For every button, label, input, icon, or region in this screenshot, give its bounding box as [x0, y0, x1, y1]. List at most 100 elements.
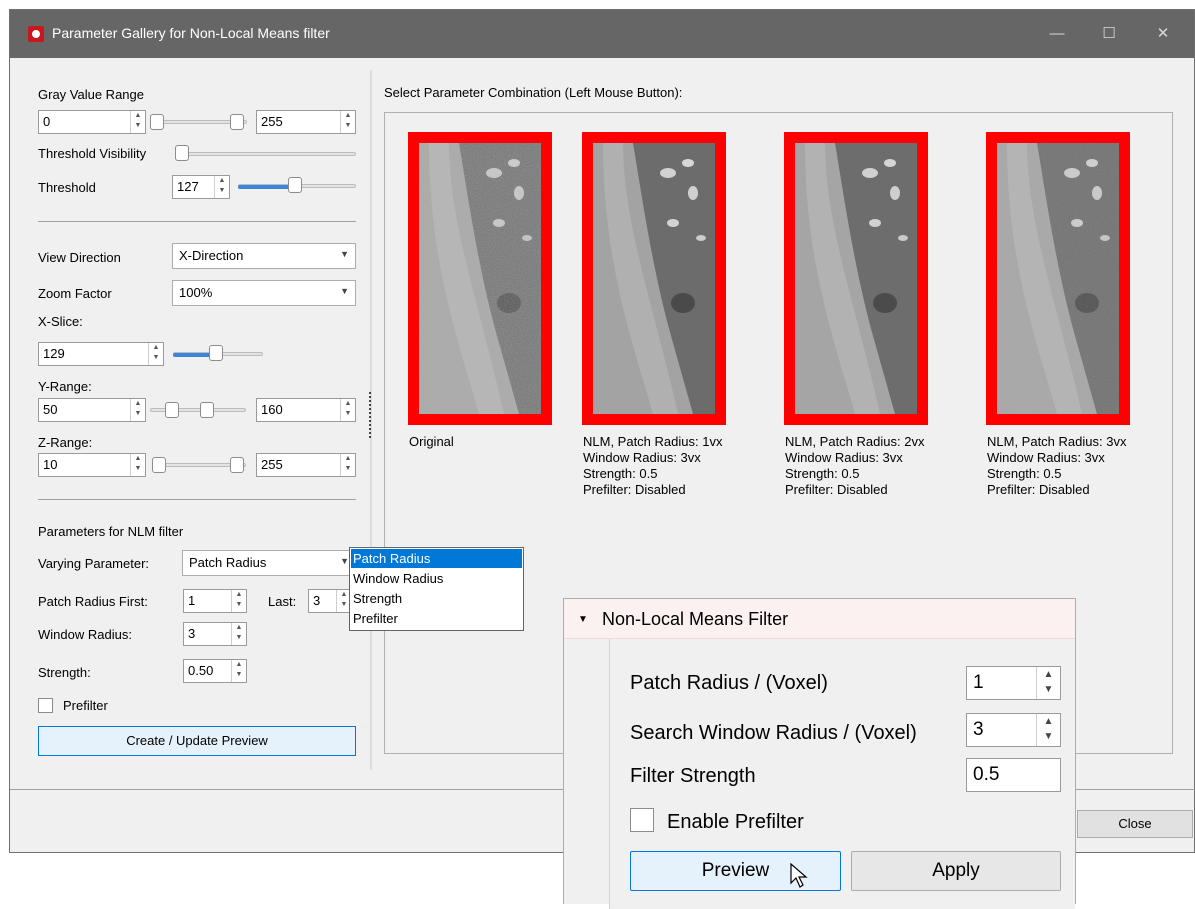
gallery-thumbnail[interactable]	[408, 132, 552, 425]
dropdown-option-window-radius[interactable]: Window Radius	[351, 569, 522, 588]
close-icon[interactable]: ✕	[1140, 10, 1186, 58]
y-max-spinbox[interactable]: 160 ▲ ▼	[256, 398, 356, 422]
view-direction-combo[interactable]: X-Direction ▼	[172, 243, 356, 269]
strength-value: 0.50	[188, 663, 214, 678]
create-update-preview-button[interactable]: Create / Update Preview	[38, 726, 356, 756]
patch-radius-first-label: Patch Radius First:	[38, 594, 148, 609]
strength-spinbox[interactable]: 0.50 ▲ ▼	[183, 659, 247, 683]
last-spinbox[interactable]: 3 ▲ ▼	[308, 589, 352, 613]
z-max-value: 255	[261, 457, 283, 472]
spin-arrows-icon[interactable]: ▲ ▼	[1036, 667, 1060, 699]
z-max-spinbox[interactable]: 255 ▲ ▼	[256, 453, 356, 477]
collapse-triangle-icon[interactable]: ▼	[578, 614, 588, 625]
slice-image	[997, 143, 1119, 414]
separator	[38, 221, 356, 222]
gallery-caption: Original	[409, 434, 454, 449]
y-range-max-handle[interactable]	[200, 402, 214, 418]
spin-arrows-icon[interactable]: ▲ ▼	[340, 111, 355, 133]
dropdown-option-strength[interactable]: Strength	[351, 589, 522, 608]
threshold-visibility-handle[interactable]	[175, 145, 189, 161]
gallery-thumbnail[interactable]	[986, 132, 1130, 425]
view-direction-label: View Direction	[38, 250, 121, 265]
threshold-slider-handle[interactable]	[288, 177, 302, 193]
minimize-icon[interactable]: —	[1034, 10, 1080, 58]
gallery-thumbnail[interactable]	[582, 132, 726, 425]
enable-prefilter-checkbox[interactable]	[630, 808, 654, 832]
filter-strength-input[interactable]: 0.5	[966, 758, 1061, 792]
apply-button[interactable]: Apply	[851, 851, 1061, 891]
z-min-value: 10	[43, 457, 58, 472]
prefilter-checkbox[interactable]	[38, 698, 53, 713]
threshold-slider-fill	[238, 185, 293, 189]
spin-arrows-icon[interactable]: ▲ ▼	[231, 590, 246, 612]
chevron-down-icon: ▼	[340, 556, 349, 566]
spin-arrows-icon[interactable]: ▲ ▼	[130, 111, 145, 133]
varying-parameter-label: Varying Parameter:	[38, 556, 150, 571]
nlm-panel-body: Patch Radius / (Voxel) 1 ▲ ▼ Search Windo…	[609, 639, 1075, 909]
y-min-spinbox[interactable]: 50 ▲ ▼	[38, 398, 146, 422]
gallery-heading: Select Parameter Combination (Left Mouse…	[384, 85, 683, 100]
gray-max-spinbox[interactable]: 255 ▲ ▼	[256, 110, 356, 134]
spin-arrows-icon[interactable]: ▲ ▼	[231, 623, 246, 645]
gallery-thumbnail[interactable]	[784, 132, 928, 425]
x-slice-value: 129	[43, 346, 65, 361]
gallery-caption: NLM, Patch Radius: 2vx Window Radius: 3v…	[785, 434, 925, 497]
enable-prefilter-label: Enable Prefilter	[667, 811, 804, 833]
patch-radius-first-spinbox[interactable]: 1 ▲ ▼	[183, 589, 247, 613]
slice-image	[795, 143, 917, 414]
maximize-icon[interactable]: ☐	[1086, 10, 1132, 58]
spin-arrows-icon[interactable]: ▲ ▼	[340, 454, 355, 476]
dropdown-option-patch-radius[interactable]: Patch Radius	[351, 549, 522, 568]
view-direction-value: X-Direction	[179, 248, 244, 263]
y-max-value: 160	[261, 402, 283, 417]
nlm-section-title: Parameters for NLM filter	[38, 524, 184, 539]
last-value: 3	[313, 593, 321, 608]
gray-max-value: 255	[261, 114, 283, 129]
strength-label: Strength:	[38, 665, 91, 680]
search-window-radius-spinbox[interactable]: 3 ▲ ▼	[966, 713, 1061, 747]
spin-arrows-icon[interactable]: ▲ ▼	[214, 176, 229, 198]
x-slice-slider-handle[interactable]	[209, 345, 223, 361]
patch-radius-voxel-label: Patch Radius / (Voxel)	[630, 672, 828, 694]
x-slice-slider-fill	[173, 353, 213, 357]
patch-radius-voxel-value: 1	[973, 672, 984, 693]
z-min-spinbox[interactable]: 10 ▲ ▼	[38, 453, 146, 477]
z-range-min-handle[interactable]	[152, 457, 166, 473]
window-radius-spinbox[interactable]: 3 ▲ ▼	[183, 622, 247, 646]
splitter-grip-icon[interactable]	[369, 392, 372, 438]
close-button[interactable]: Close	[1077, 810, 1193, 838]
slice-image	[419, 143, 541, 414]
y-range-label: Y-Range:	[38, 379, 92, 394]
mouse-cursor-icon	[790, 863, 808, 888]
y-range-min-handle[interactable]	[165, 402, 179, 418]
threshold-visibility-slider[interactable]	[178, 152, 356, 156]
spin-arrows-icon[interactable]: ▲ ▼	[1036, 714, 1060, 746]
zoom-factor-combo[interactable]: 100% ▼	[172, 280, 356, 306]
window-radius-value: 3	[188, 626, 196, 641]
app-icon	[28, 26, 44, 42]
x-slice-spinbox[interactable]: 129 ▲ ▼	[38, 342, 164, 366]
spin-arrows-icon[interactable]: ▲ ▼	[130, 399, 145, 421]
spin-arrows-icon[interactable]: ▲ ▼	[231, 660, 246, 682]
nlm-filter-panel: ▼ Non-Local Means Filter Patch Radius / …	[563, 598, 1076, 909]
spin-arrows-icon[interactable]: ▲ ▼	[340, 399, 355, 421]
gallery-caption: NLM, Patch Radius: 3vx Window Radius: 3v…	[987, 434, 1127, 497]
spin-arrows-icon[interactable]: ▲ ▼	[148, 343, 163, 365]
filter-strength-value: 0.5	[973, 764, 1000, 785]
threshold-spinbox[interactable]: 127 ▲ ▼	[172, 175, 230, 199]
spin-arrows-icon[interactable]: ▲ ▼	[130, 454, 145, 476]
varying-parameter-value: Patch Radius	[189, 555, 267, 570]
chevron-down-icon: ▼	[340, 286, 349, 296]
dropdown-option-prefilter[interactable]: Prefilter	[351, 609, 522, 628]
title-bar: Parameter Gallery for Non-Local Means fi…	[10, 10, 1194, 58]
nlm-panel-header[interactable]: ▼ Non-Local Means Filter	[564, 599, 1075, 639]
prefilter-label: Prefilter	[63, 698, 108, 713]
last-label: Last:	[268, 594, 297, 609]
gray-min-spinbox[interactable]: 0 ▲ ▼	[38, 110, 146, 134]
gray-range-max-handle[interactable]	[230, 114, 244, 130]
gray-range-min-handle[interactable]	[150, 114, 164, 130]
varying-parameter-combo[interactable]: Patch Radius ▼	[182, 550, 356, 576]
patch-radius-voxel-spinbox[interactable]: 1 ▲ ▼	[966, 666, 1061, 700]
z-range-max-handle[interactable]	[230, 457, 244, 473]
x-slice-label: X-Slice:	[38, 314, 83, 329]
